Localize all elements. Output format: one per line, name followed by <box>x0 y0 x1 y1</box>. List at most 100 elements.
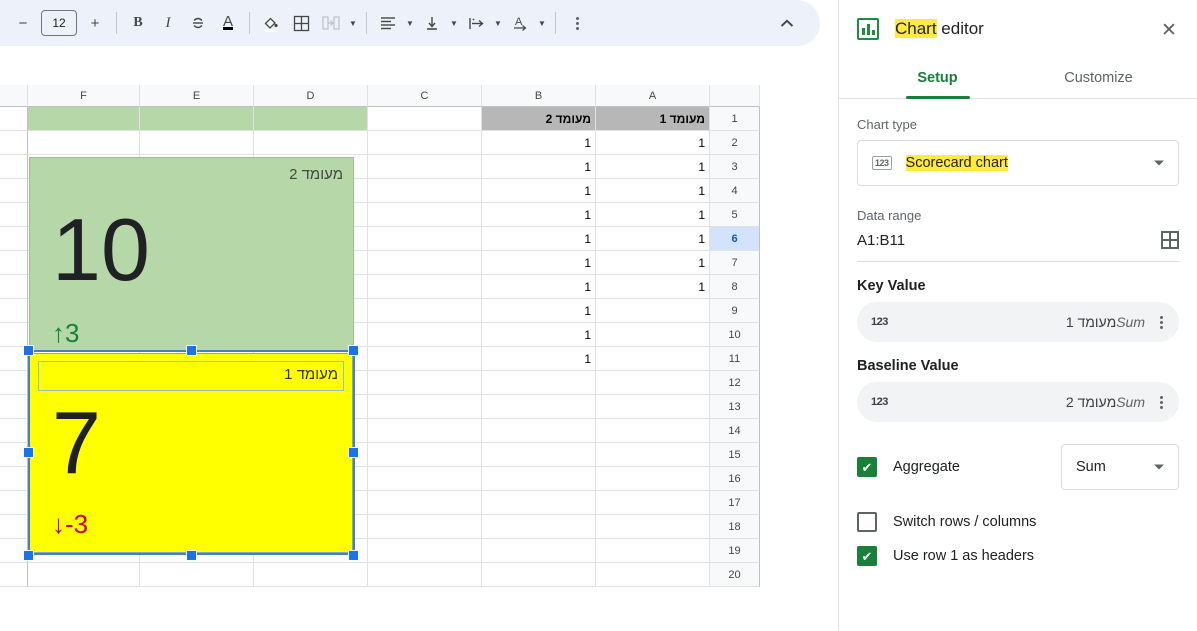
data-range-row[interactable]: A1:B11 <box>857 231 1179 262</box>
switch-rows-columns-checkbox[interactable] <box>857 512 877 532</box>
key-value-more-icon[interactable] <box>1153 315 1169 329</box>
cell-B11[interactable]: 1 <box>482 347 596 371</box>
cell-C9[interactable] <box>368 299 482 323</box>
cell-F2[interactable] <box>28 131 140 155</box>
aggregate-checkbox[interactable] <box>857 457 877 477</box>
cell-C6[interactable] <box>368 227 482 251</box>
cell-A19[interactable] <box>596 539 710 563</box>
cell-B9[interactable]: 1 <box>482 299 596 323</box>
chart-type-select[interactable]: 123 Scorecard chart <box>857 140 1179 186</box>
row-header-18[interactable]: 18 <box>710 515 760 539</box>
cell-A18[interactable] <box>596 515 710 539</box>
font-size-input[interactable]: 12 <box>41 10 77 36</box>
cell-D1[interactable] <box>254 107 368 131</box>
cell-A20[interactable] <box>596 563 710 587</box>
row-header-19[interactable]: 19 <box>710 539 760 563</box>
merge-cells-dropdown-icon[interactable]: ▼ <box>346 10 360 36</box>
cell-A15[interactable] <box>596 443 710 467</box>
cell-B15[interactable] <box>482 443 596 467</box>
row-header-7[interactable]: 7 <box>710 251 760 275</box>
cell-A1[interactable]: מעומד 1 <box>596 107 710 131</box>
column-header-D[interactable]: D <box>254 85 368 107</box>
cell-C4[interactable] <box>368 179 482 203</box>
text-rotation-dropdown-icon[interactable]: ▼ <box>535 10 549 36</box>
row-header-3[interactable]: 3 <box>710 155 760 179</box>
horizontal-align-icon[interactable] <box>373 8 403 38</box>
cell-C13[interactable] <box>368 395 482 419</box>
cell-A11[interactable] <box>596 347 710 371</box>
cell-C8[interactable] <box>368 275 482 299</box>
cell-B14[interactable] <box>482 419 596 443</box>
resize-handle-middle-right[interactable] <box>348 447 359 458</box>
close-icon[interactable]: ✕ <box>1155 16 1183 44</box>
cell-C20[interactable] <box>368 563 482 587</box>
row-header-10[interactable]: 10 <box>710 323 760 347</box>
resize-handle-middle-left[interactable] <box>23 447 34 458</box>
column-header-B[interactable]: B <box>482 85 596 107</box>
row-header-11[interactable]: 11 <box>710 347 760 371</box>
row-header-6[interactable]: 6 <box>710 227 760 251</box>
cell-B8[interactable]: 1 <box>482 275 596 299</box>
row-header-16[interactable]: 16 <box>710 467 760 491</box>
row-header-13[interactable]: 13 <box>710 395 760 419</box>
row-header-12[interactable]: 12 <box>710 371 760 395</box>
cell-A8[interactable]: 1 <box>596 275 710 299</box>
cell-B20[interactable] <box>482 563 596 587</box>
row-header-4[interactable]: 4 <box>710 179 760 203</box>
row-header-2[interactable]: 2 <box>710 131 760 155</box>
borders-icon[interactable] <box>286 8 316 38</box>
cell-B19[interactable] <box>482 539 596 563</box>
cell-D20[interactable] <box>254 563 368 587</box>
cell-C7[interactable] <box>368 251 482 275</box>
scorecard-chart-green[interactable]: מעומד 2 10 ↑3 <box>29 157 354 352</box>
vertical-align-dropdown-icon[interactable]: ▼ <box>447 10 461 36</box>
cell-E1[interactable] <box>140 107 254 131</box>
cell-C10[interactable] <box>368 323 482 347</box>
baseline-value-pill[interactable]: 123 מעומד 2 Sum <box>857 382 1179 422</box>
cell-A2[interactable]: 1 <box>596 131 710 155</box>
cell-B17[interactable] <box>482 491 596 515</box>
row-header-17[interactable]: 17 <box>710 491 760 515</box>
italic-button[interactable]: I <box>153 8 183 38</box>
text-color-icon[interactable]: A <box>213 8 243 38</box>
row-header-14[interactable]: 14 <box>710 419 760 443</box>
cell-E2[interactable] <box>140 131 254 155</box>
cell-B7[interactable]: 1 <box>482 251 596 275</box>
cell-A7[interactable]: 1 <box>596 251 710 275</box>
cell-A5[interactable]: 1 <box>596 203 710 227</box>
grid-corner[interactable] <box>0 85 28 107</box>
cell-B5[interactable]: 1 <box>482 203 596 227</box>
row-header-5[interactable]: 5 <box>710 203 760 227</box>
cell-A14[interactable] <box>596 419 710 443</box>
cell-C1[interactable] <box>368 107 482 131</box>
cell-C2[interactable] <box>368 131 482 155</box>
cell-D2[interactable] <box>254 131 368 155</box>
cell-E20[interactable] <box>140 563 254 587</box>
scorecard-chart-yellow[interactable]: מעומד 1 7 ↓-3 <box>29 353 353 553</box>
collapse-toolbar-icon[interactable] <box>772 8 802 38</box>
merge-cells-icon[interactable] <box>316 8 346 38</box>
column-header-C[interactable]: C <box>368 85 482 107</box>
select-data-range-icon[interactable] <box>1161 231 1179 249</box>
cell-F1[interactable] <box>28 107 140 131</box>
cell-B10[interactable]: 1 <box>482 323 596 347</box>
resize-handle-bottom-right[interactable] <box>348 550 359 561</box>
fill-color-icon[interactable] <box>256 8 286 38</box>
row-header-8[interactable]: 8 <box>710 275 760 299</box>
more-options-icon[interactable] <box>562 8 592 38</box>
cell-A10[interactable] <box>596 323 710 347</box>
tab-customize[interactable]: Customize <box>1018 58 1179 98</box>
resize-handle-top-center[interactable] <box>186 345 197 356</box>
cell-B2[interactable]: 1 <box>482 131 596 155</box>
column-header-A[interactable]: A <box>596 85 710 107</box>
cell-A4[interactable]: 1 <box>596 179 710 203</box>
row-header-20[interactable]: 20 <box>710 563 760 587</box>
aggregate-select[interactable]: Sum <box>1061 444 1179 490</box>
cell-C3[interactable] <box>368 155 482 179</box>
text-wrapping-dropdown-icon[interactable]: ▼ <box>491 10 505 36</box>
cell-B18[interactable] <box>482 515 596 539</box>
text-wrapping-icon[interactable] <box>461 8 491 38</box>
cell-A9[interactable] <box>596 299 710 323</box>
cell-A17[interactable] <box>596 491 710 515</box>
cell-C15[interactable] <box>368 443 482 467</box>
